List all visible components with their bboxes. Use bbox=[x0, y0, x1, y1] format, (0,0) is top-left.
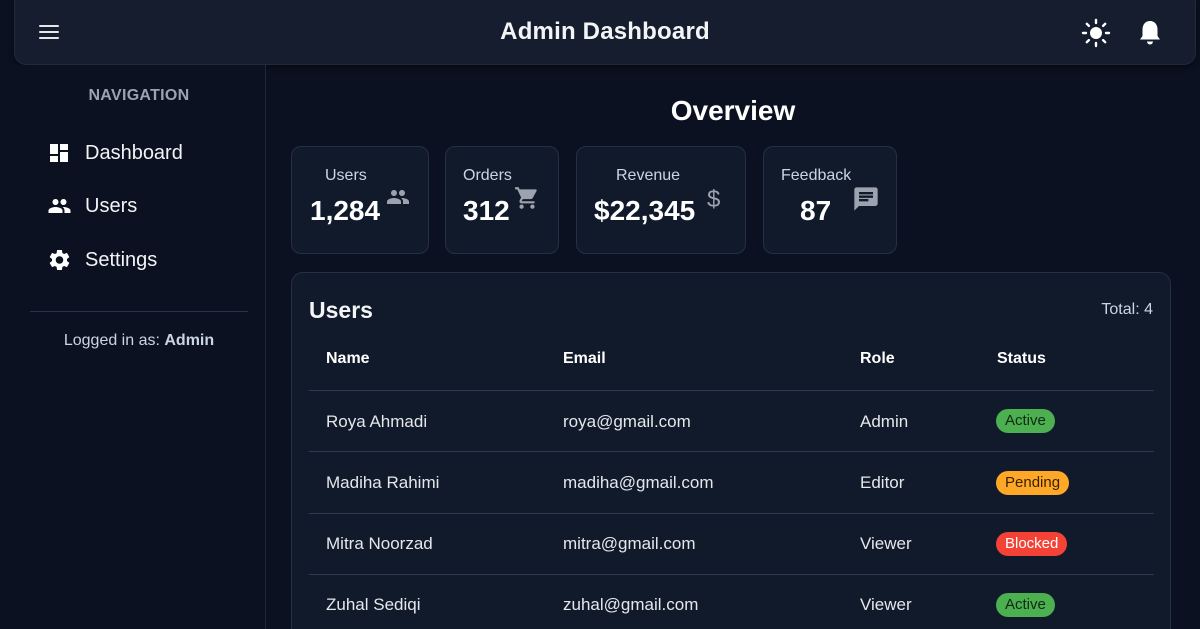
cart-icon bbox=[514, 185, 540, 216]
cell-name: Roya Ahmadi bbox=[326, 412, 428, 431]
users-icon bbox=[384, 185, 412, 214]
app-title: Admin Dashboard bbox=[500, 18, 710, 45]
stat-card-feedback: Feedback 87 bbox=[763, 146, 897, 254]
cell-role: Editor bbox=[860, 473, 905, 492]
stat-label: Users bbox=[325, 167, 367, 184]
cell-email: madiha@gmail.com bbox=[563, 473, 714, 492]
column-header-status[interactable]: Status bbox=[997, 350, 1046, 368]
cell-email: zuhal@gmail.com bbox=[563, 595, 699, 614]
users-panel: Users Total: 4 Name Email Role Status Ro… bbox=[291, 272, 1171, 629]
status-badge: Pending bbox=[996, 471, 1070, 495]
logged-in-status: Logged in as: Admin bbox=[0, 332, 278, 350]
dashboard-icon bbox=[38, 140, 72, 166]
stat-label: Revenue bbox=[616, 167, 681, 184]
cell-name: Madiha Rahimi bbox=[326, 473, 440, 492]
svg-text:$: $ bbox=[707, 186, 720, 213]
stat-value: $22,345 bbox=[594, 195, 696, 226]
cell-name: Zuhal Sediqi bbox=[326, 595, 421, 614]
row-divider bbox=[309, 451, 1154, 452]
status-badge: Active bbox=[996, 409, 1055, 433]
total-count: Total: 4 bbox=[1101, 301, 1153, 318]
sidebar-item-label: Users bbox=[85, 194, 138, 217]
stat-card-orders: Orders 312 bbox=[445, 146, 559, 254]
status-badge: Blocked bbox=[996, 532, 1068, 556]
stat-value: 1,284 bbox=[310, 195, 381, 226]
cell-role: Viewer bbox=[860, 534, 912, 553]
chat-icon bbox=[852, 185, 880, 218]
sidebar-item-users[interactable]: Users bbox=[38, 188, 248, 224]
gear-icon bbox=[38, 247, 72, 273]
column-header-role[interactable]: Role bbox=[860, 350, 895, 368]
status-badge: Active bbox=[996, 593, 1055, 617]
row-divider bbox=[309, 390, 1154, 391]
sidebar-item-label: Dashboard bbox=[85, 141, 183, 164]
logged-in-user: Admin bbox=[164, 332, 215, 349]
row-divider bbox=[309, 513, 1154, 514]
panel-title: Users bbox=[309, 297, 373, 323]
stat-value: 312 bbox=[463, 195, 510, 226]
bell-icon[interactable] bbox=[1136, 18, 1164, 48]
stat-label: Orders bbox=[463, 167, 512, 184]
stat-label: Feedback bbox=[781, 167, 852, 184]
sidebar-item-settings[interactable]: Settings bbox=[38, 242, 248, 278]
column-header-name[interactable]: Name bbox=[326, 350, 370, 368]
cell-role: Admin bbox=[860, 412, 909, 431]
sidebar: NAVIGATION Dashboard Users Settings Logg… bbox=[0, 65, 266, 629]
sidebar-divider bbox=[30, 311, 248, 312]
cell-email: roya@gmail.com bbox=[563, 412, 691, 431]
row-divider bbox=[309, 574, 1154, 575]
page-title: Overview bbox=[670, 95, 796, 126]
users-icon bbox=[38, 193, 72, 219]
stat-value: 87 bbox=[800, 195, 832, 226]
stat-card-users: Users 1,284 bbox=[291, 146, 429, 254]
column-header-email[interactable]: Email bbox=[563, 350, 606, 368]
stat-card-revenue: Revenue $22,345 $ bbox=[576, 146, 746, 254]
sidebar-item-label: Settings bbox=[85, 248, 158, 271]
cell-email: mitra@gmail.com bbox=[563, 534, 696, 553]
logged-in-prefix: Logged in as: bbox=[63, 332, 160, 349]
cell-role: Viewer bbox=[860, 595, 912, 614]
dollar-icon: $ bbox=[705, 183, 723, 218]
top-header: Admin Dashboard bbox=[14, 0, 1196, 65]
nav-heading: NAVIGATION bbox=[88, 87, 190, 104]
cell-name: Mitra Noorzad bbox=[326, 534, 433, 553]
sidebar-item-dashboard[interactable]: Dashboard bbox=[38, 135, 248, 171]
sun-icon[interactable] bbox=[1081, 18, 1111, 48]
